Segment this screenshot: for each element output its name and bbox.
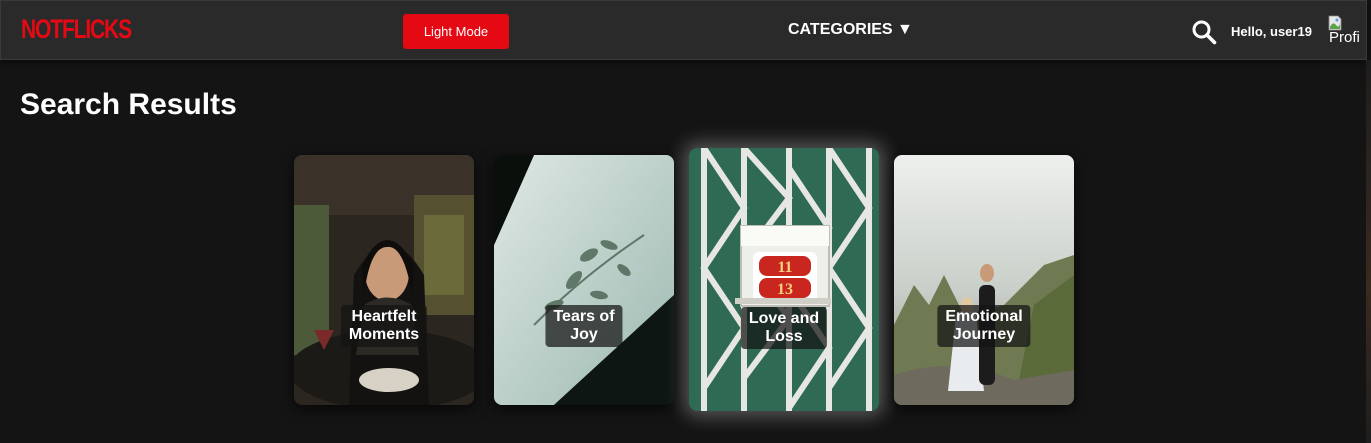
navbar: NOTFLICKS Light Mode CATEGORIES ▼ Hello,… [0, 0, 1367, 60]
card-title: Tears of Joy [545, 305, 623, 347]
light-mode-button[interactable]: Light Mode [403, 14, 509, 49]
result-card-heartfelt-moments[interactable]: Heartfelt Moments [294, 155, 474, 405]
result-card-tears-of-joy[interactable]: Tears of Joy [494, 155, 674, 405]
avatar[interactable]: Profi [1328, 15, 1364, 49]
scrollbar-edge [1366, 60, 1371, 443]
card-image [294, 155, 474, 405]
user-greeting: Hello, user19 [1231, 24, 1312, 39]
card-image [894, 155, 1074, 405]
door-number-bottom: 13 [777, 281, 793, 298]
result-card-love-and-loss[interactable]: 11 13 Love and Loss [689, 148, 879, 411]
page-title: Search Results [20, 88, 237, 121]
card-image: 11 13 [689, 148, 879, 411]
avatar-alt-text: Profi [1329, 29, 1360, 46]
door-number-top: 11 [777, 259, 792, 276]
result-card-emotional-journey[interactable]: Emotional Journey [894, 155, 1074, 405]
card-title: Love and Loss [740, 307, 828, 349]
card-image [494, 155, 674, 405]
categories-dropdown[interactable]: CATEGORIES ▼ [788, 21, 913, 39]
search-icon[interactable] [1191, 19, 1217, 45]
card-title: Emotional Journey [937, 305, 1031, 347]
card-title: Heartfelt Moments [340, 305, 428, 347]
logo[interactable]: NOTFLICKS [21, 14, 132, 45]
